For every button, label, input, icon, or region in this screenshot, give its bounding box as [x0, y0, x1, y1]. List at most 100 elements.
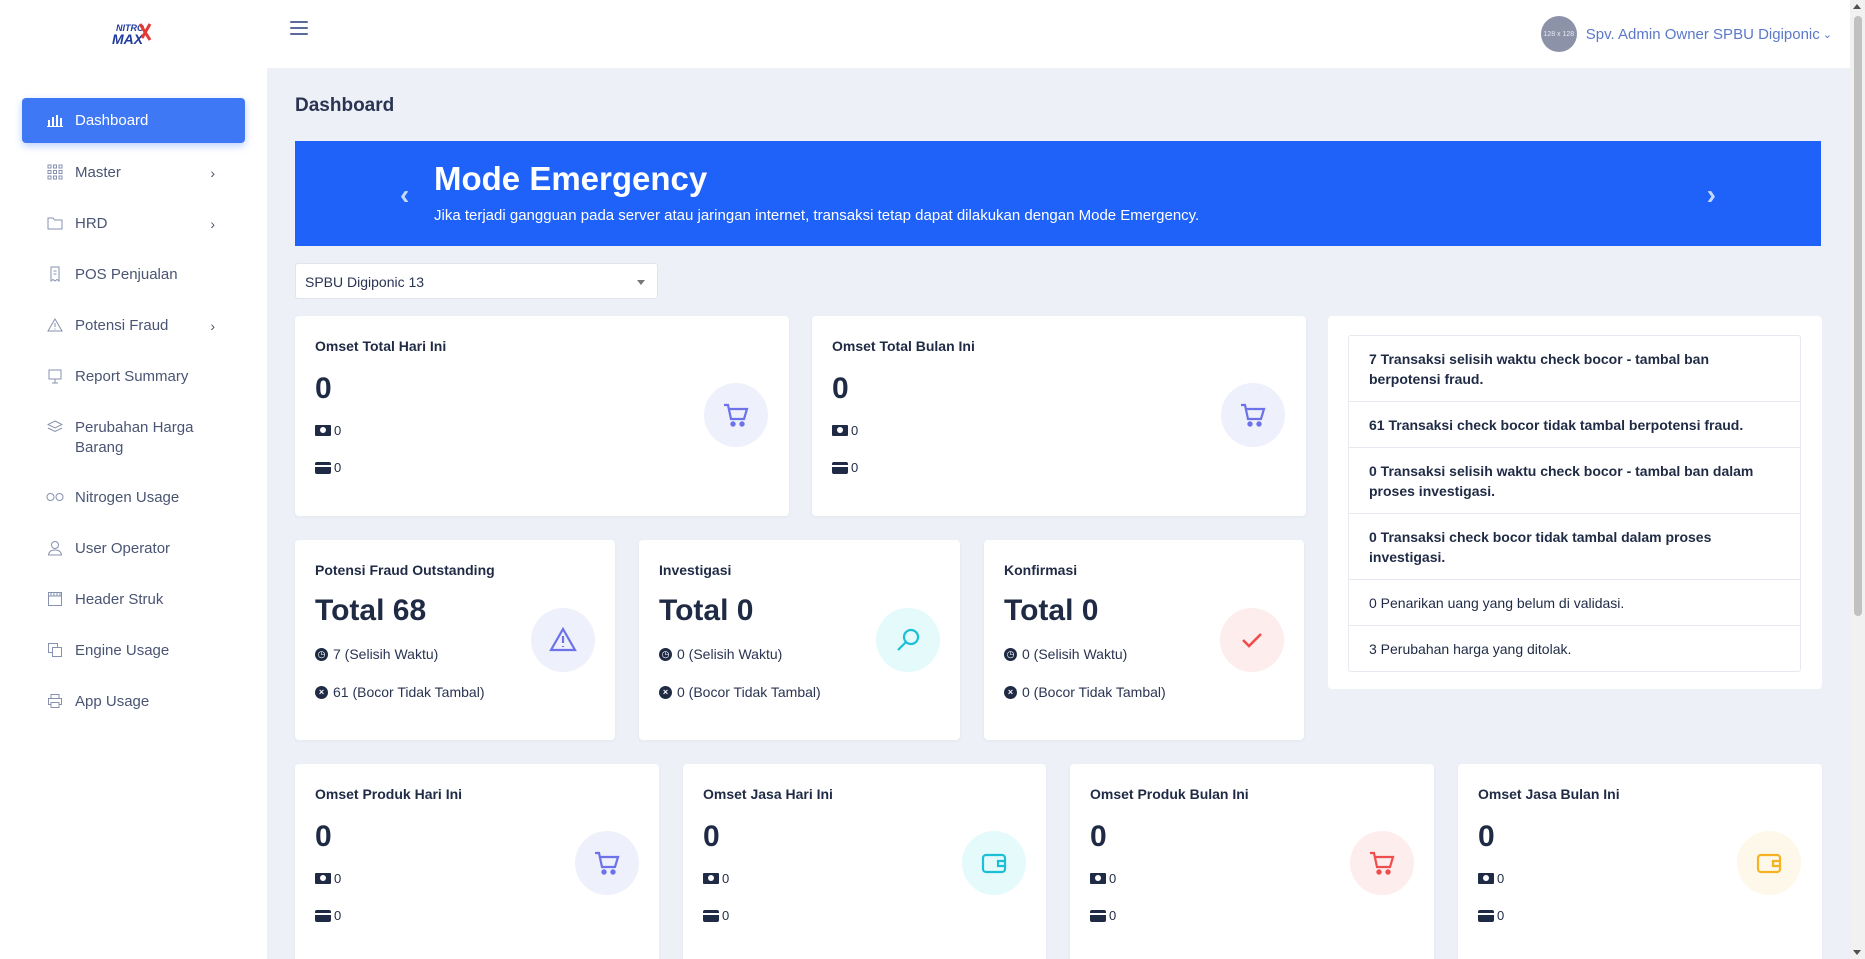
omset-produk-bulan-card: Omset Produk Bulan Ini 0 0 0: [1070, 764, 1434, 959]
carousel-prev-icon[interactable]: ‹: [400, 179, 409, 211]
card-value: 0: [832, 372, 849, 405]
credit-card-icon: [832, 461, 848, 474]
selisih-waktu-row: ◷ 7 (Selisih Waktu): [315, 646, 438, 662]
sidebar: NITRO MAX Dashboard Master › HRD › POS P…: [0, 0, 267, 959]
bocor-tidak-tambal-row: × 61 (Bocor Tidak Tambal): [315, 684, 484, 700]
cart-icon: [575, 831, 639, 895]
alert-item[interactable]: 61 Transaksi check bocor tidak tambal be…: [1349, 402, 1800, 448]
calendar-icon: [45, 590, 65, 608]
credit-card-icon: [315, 909, 331, 922]
sidebar-nav: Dashboard Master › HRD › POS Penjualan P…: [22, 98, 245, 729]
monitor-icon: [45, 367, 65, 385]
sidebar-item-label: App Usage: [75, 693, 150, 710]
topbar: 128 x 128 Spv. Admin Owner SPBU Digiponi…: [267, 0, 1850, 68]
alert-item[interactable]: 0 Penarikan uang yang belum di validasi.: [1349, 580, 1800, 626]
sidebar-item-report-summary[interactable]: Report Summary: [22, 353, 245, 404]
alerts-panel: 7 Transaksi selisih waktu check bocor - …: [1328, 316, 1822, 689]
chevron-right-icon: ›: [210, 165, 215, 181]
sidebar-item-header-struk[interactable]: Header Struk: [22, 576, 245, 627]
card-payment-value: 0: [851, 460, 859, 475]
scrollbar[interactable]: [1850, 0, 1865, 959]
cash-row: 0: [832, 423, 858, 438]
konfirmasi-card: Konfirmasi Total 0 ◷ 0 (Selisih Waktu) × 0…: [984, 540, 1304, 740]
sidebar-item-pos-penjualan[interactable]: POS Penjualan: [22, 251, 245, 302]
receipt-icon: [45, 265, 65, 283]
sidebar-item-hrd[interactable]: HRD ›: [22, 200, 245, 251]
card-title: Investigasi: [659, 562, 732, 578]
cash-icon: [1478, 873, 1494, 884]
clock-icon: ◷: [1004, 647, 1017, 661]
station-select[interactable]: SPBU Digiponic 13: [295, 263, 658, 299]
sidebar-item-label: User Operator: [75, 540, 171, 557]
sidebar-item-label: Engine Usage: [75, 642, 170, 659]
card-payment-value: 0: [334, 460, 342, 475]
cash-value: 0: [1109, 871, 1117, 886]
chevron-right-icon: ›: [210, 216, 215, 232]
card-value: 0: [703, 820, 720, 853]
grid-icon: [45, 163, 65, 181]
alert-item[interactable]: 0 Transaksi selisih waktu check bocor - …: [1349, 448, 1800, 514]
sidebar-item-user-operator[interactable]: User Operator: [22, 525, 245, 576]
cart-icon: [1221, 383, 1285, 447]
user-icon: [45, 539, 65, 557]
avatar: 128 x 128: [1540, 16, 1577, 52]
sidebar-item-engine-usage[interactable]: Engine Usage: [22, 627, 245, 678]
scroll-up-arrow[interactable]: [1853, 4, 1861, 9]
bocor-tidak-tambal-row: × 0 (Bocor Tidak Tambal): [659, 684, 821, 700]
bocor-tidak-tambal-row: × 0 (Bocor Tidak Tambal): [1004, 684, 1166, 700]
cart-icon: [704, 383, 768, 447]
sidebar-item-label: Dashboard: [75, 112, 149, 129]
fraud-line-2: 0 (Bocor Tidak Tambal): [1022, 684, 1166, 700]
cash-row: 0: [1090, 871, 1116, 886]
fraud-line-2: 0 (Bocor Tidak Tambal): [677, 684, 821, 700]
station-select-value: SPBU Digiponic 13: [305, 274, 425, 290]
credit-card-icon: [315, 461, 331, 474]
card-payment-value: 0: [1109, 908, 1117, 923]
credit-card-icon: [703, 909, 719, 922]
omset-jasa-hari-card: Omset Jasa Hari Ini 0 0 0: [683, 764, 1046, 959]
infinity-icon: [45, 488, 65, 506]
nitromax-logo[interactable]: NITRO MAX: [110, 20, 158, 48]
chevron-right-icon: ›: [210, 318, 215, 334]
cash-value: 0: [1497, 871, 1505, 886]
fraud-line-1: 0 (Selisih Waktu): [1022, 646, 1128, 662]
cash-icon: [1090, 873, 1106, 884]
credit-card-icon: [1090, 909, 1106, 922]
card-row: 0: [1478, 908, 1504, 923]
x-circle-icon: ×: [659, 685, 672, 699]
card-value: Total 0: [659, 594, 754, 627]
carousel-next-icon[interactable]: ›: [1707, 179, 1716, 211]
sidebar-item-nitrogen-usage[interactable]: Nitrogen Usage: [22, 474, 245, 525]
menu-toggle-icon[interactable]: [290, 21, 308, 35]
alert-item[interactable]: 3 Perubahan harga yang ditolak.: [1349, 626, 1800, 671]
card-value: Total 0: [1004, 594, 1099, 627]
scroll-down-arrow[interactable]: [1853, 950, 1861, 955]
logo-text-bottom: MAX: [112, 31, 145, 47]
emergency-banner: ‹ Mode Emergency Jika terjadi gangguan p…: [295, 141, 1821, 246]
selisih-waktu-row: ◷ 0 (Selisih Waktu): [1004, 646, 1127, 662]
card-title: Omset Jasa Hari Ini: [703, 786, 833, 802]
card-value: 0: [315, 820, 332, 853]
cash-value: 0: [722, 871, 730, 886]
sidebar-item-potensi-fraud[interactable]: Potensi Fraud ›: [22, 302, 245, 353]
scrollbar-thumb[interactable]: [1854, 16, 1862, 616]
sidebar-item-master[interactable]: Master ›: [22, 149, 245, 200]
user-menu[interactable]: 128 x 128 Spv. Admin Owner SPBU Digiponi…: [1540, 16, 1832, 52]
wallet-icon: [962, 831, 1026, 895]
copy-icon: [45, 641, 65, 659]
sidebar-item-dashboard[interactable]: Dashboard: [22, 98, 245, 143]
card-row: 0: [832, 460, 858, 475]
card-title: Omset Produk Bulan Ini: [1090, 786, 1249, 802]
sidebar-item-label: Report Summary: [75, 368, 189, 385]
card-value: 0: [1090, 820, 1107, 853]
clock-icon: ◷: [315, 647, 328, 661]
alert-item[interactable]: 7 Transaksi selisih waktu check bocor - …: [1349, 336, 1800, 402]
alert-item[interactable]: 0 Transaksi check bocor tidak tambal dal…: [1349, 514, 1800, 580]
omset-jasa-bulan-card: Omset Jasa Bulan Ini 0 0 0: [1458, 764, 1822, 959]
omset-total-bulan-card: Omset Total Bulan Ini 0 0 0: [812, 316, 1306, 516]
sidebar-item-app-usage[interactable]: App Usage: [22, 678, 245, 729]
check-icon: [1220, 608, 1284, 672]
cash-icon: [315, 425, 331, 436]
sidebar-item-perubahan-harga-barang[interactable]: Perubahan Harga Barang: [22, 404, 245, 474]
omset-total-hari-card: Omset Total Hari Ini 0 0 0: [295, 316, 789, 516]
